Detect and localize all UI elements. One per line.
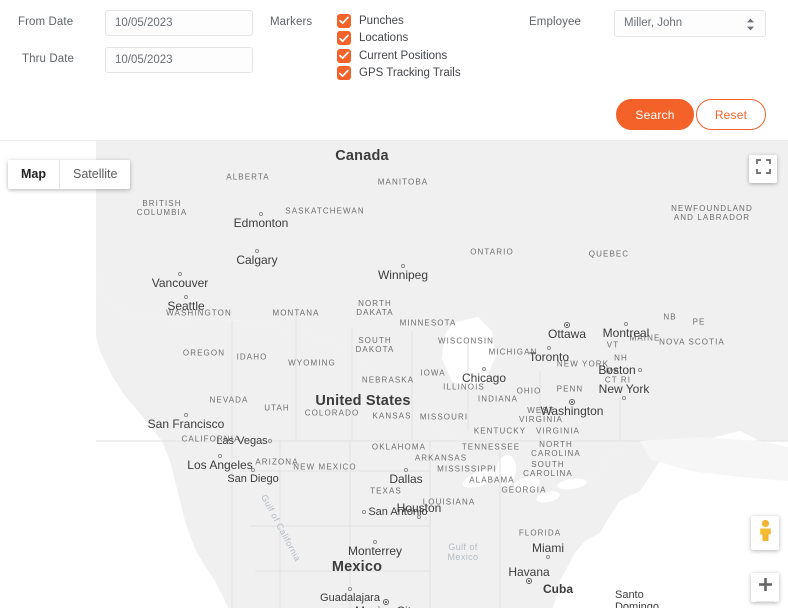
- chevron-updown-icon: [746, 18, 755, 31]
- marker-checkbox-label: GPS Tracking Trails: [359, 67, 461, 80]
- filter-bar: From Date Thru Date Markers Punches Locat…: [0, 0, 788, 140]
- marker-checkbox-row[interactable]: Punches: [337, 12, 461, 30]
- employee-label: Employee: [529, 16, 581, 28]
- marker-checkbox-label: Locations: [359, 32, 409, 45]
- checkbox-checked-icon[interactable]: [337, 66, 351, 81]
- zoom-in-button[interactable]: [751, 573, 779, 601]
- checkbox-checked-icon[interactable]: [337, 13, 351, 28]
- map-tiles: [0, 141, 788, 608]
- markers-checkbox-group: Punches Locations Current Positions GPS Tra…: [337, 12, 461, 82]
- markers-label: Markers: [270, 16, 313, 28]
- plus-icon: [758, 577, 773, 597]
- marker-checkbox-row[interactable]: Locations: [337, 30, 461, 48]
- street-view-button[interactable]: [751, 516, 779, 550]
- thru-date-label: Thru Date: [22, 53, 75, 65]
- fullscreen-button[interactable]: [749, 155, 777, 183]
- checkbox-checked-icon[interactable]: [337, 31, 351, 46]
- from-date-input[interactable]: [105, 10, 253, 36]
- map-type-control[interactable]: Map Satellite: [8, 160, 131, 189]
- zoom-divider: [756, 601, 774, 602]
- zoom-control[interactable]: [751, 573, 779, 602]
- from-date-label: From Date: [18, 16, 74, 28]
- map-panel[interactable]: Canada United States Mexico Cuba BRITISH COLU…: [0, 140, 788, 608]
- search-button[interactable]: Search: [616, 99, 694, 130]
- marker-checkbox-row[interactable]: GPS Tracking Trails: [337, 65, 461, 83]
- street-view-pegman-icon: [757, 519, 774, 548]
- map-type-satellite-button[interactable]: Satellite: [59, 160, 130, 189]
- marker-checkbox-label: Current Positions: [359, 49, 448, 62]
- reset-button[interactable]: Reset: [696, 99, 766, 130]
- marker-checkbox-row[interactable]: Current Positions: [337, 47, 461, 65]
- fullscreen-icon: [755, 159, 771, 179]
- thru-date-input[interactable]: [105, 47, 253, 73]
- employee-select[interactable]: Miller, John: [614, 10, 766, 37]
- checkbox-checked-icon[interactable]: [337, 48, 351, 63]
- employee-select-value: Miller, John: [624, 17, 683, 29]
- marker-checkbox-label: Punches: [359, 14, 404, 27]
- map-type-map-button[interactable]: Map: [8, 160, 59, 189]
